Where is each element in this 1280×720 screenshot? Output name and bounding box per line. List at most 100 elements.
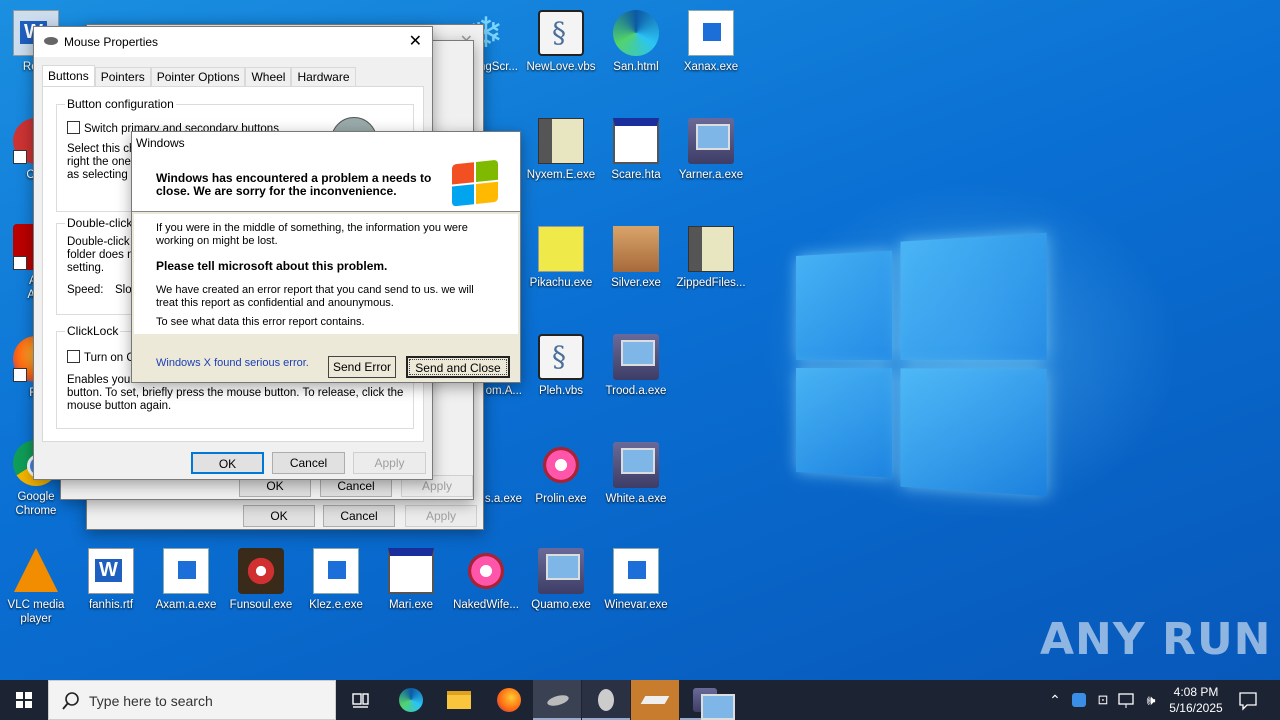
ok-button-back[interactable]: OK	[243, 505, 315, 527]
computer-setup-icon	[688, 118, 734, 164]
script-icon	[538, 334, 584, 380]
photo-icon	[613, 226, 659, 272]
task-view-icon	[336, 680, 384, 720]
prolin-desktop-icon[interactable]: Prolin.exe	[523, 436, 599, 506]
icon-label: ZippedFiles...	[673, 276, 749, 290]
quamo-desktop-icon[interactable]: Quamo.exe	[523, 542, 599, 612]
icon-label: NewLove.vbs	[523, 60, 599, 74]
title-bar[interactable]: Mouse Properties ✕	[34, 27, 432, 57]
cancel-button-back[interactable]: Cancel	[323, 505, 395, 527]
icon-label: Winevar.exe	[598, 598, 674, 612]
taskbar-mouse-properties[interactable]	[533, 680, 581, 720]
tab-buttons[interactable]: Buttons	[42, 65, 95, 87]
windows-start-icon	[0, 680, 48, 720]
error-link[interactable]: Windows X found serious error.	[156, 357, 309, 370]
icon-label: Funsoul.exe	[223, 598, 299, 612]
clicklock-text-2: button. To set, briefly press the mouse …	[67, 387, 403, 400]
tray-device-icon[interactable]: ⊡	[1092, 680, 1114, 720]
scare-desktop-icon[interactable]: Scare.hta	[598, 112, 674, 182]
tab-wheel[interactable]: Wheel	[245, 67, 291, 87]
application-icon	[313, 548, 359, 594]
taskbar-edge[interactable]	[386, 680, 434, 720]
ok-button[interactable]: OK	[191, 452, 264, 474]
apply-button-back[interactable]: Apply	[405, 505, 477, 527]
app-icon	[641, 696, 670, 704]
computer-app-icon	[693, 688, 717, 712]
clicklock-text-3: mouse button again.	[67, 400, 171, 413]
white-desktop-icon[interactable]: White.a.exe	[598, 436, 674, 506]
zippedfiles-desktop-icon[interactable]: ZippedFiles...	[673, 220, 749, 290]
axam-desktop-icon[interactable]: Axam.a.exe	[148, 542, 224, 612]
nakedwife-desktop-icon[interactable]: NakedWife...	[448, 542, 524, 612]
archive-icon	[538, 118, 584, 164]
task-view-button[interactable]	[336, 680, 384, 720]
send-error-button[interactable]: Send Error	[328, 356, 396, 378]
taskbar-firefox[interactable]	[484, 680, 532, 720]
clicklock-checkbox[interactable]: Turn on Cli	[67, 350, 140, 365]
icon-label: Yarner.a.exe	[673, 168, 749, 182]
taskbar-app-2[interactable]	[582, 680, 630, 720]
tray-app-icon[interactable]	[1068, 680, 1090, 720]
xanax-desktop-icon[interactable]: Xanax.exe	[673, 4, 749, 74]
nyxem-desktop-icon[interactable]: Nyxem.E.exe	[523, 112, 599, 182]
volume-icon[interactable]: 🕪	[1140, 680, 1162, 720]
tab-hardware[interactable]: Hardware	[291, 67, 355, 87]
application-icon	[688, 10, 734, 56]
icon-label: VLC media	[0, 598, 74, 612]
apply-button[interactable]: Apply	[353, 452, 426, 474]
checkbox[interactable]	[67, 121, 80, 134]
fanhis-desktop-icon[interactable]: fanhis.rtf	[73, 542, 149, 612]
notifications-button[interactable]	[1232, 680, 1264, 720]
script-icon	[538, 10, 584, 56]
error-body-3: To see what data this error report conta…	[156, 316, 365, 329]
cancel-button[interactable]: Cancel	[272, 452, 345, 474]
taskbar-app-active[interactable]	[631, 680, 679, 720]
icon-label: Pleh.vbs	[523, 384, 599, 398]
doubleclick-text-3: setting.	[67, 262, 104, 275]
vlc-icon	[14, 548, 58, 592]
trood-desktop-icon[interactable]: Trood.a.exe	[598, 328, 674, 398]
mari-desktop-icon[interactable]: Mari.exe	[373, 542, 449, 612]
pleh-desktop-icon[interactable]: Pleh.vbs	[523, 328, 599, 398]
funsoul-desktop-icon[interactable]: Funsoul.exe	[223, 542, 299, 612]
icon-label: Prolin.exe	[523, 492, 599, 506]
san-desktop-icon[interactable]: San.html	[598, 4, 674, 74]
window-app-icon	[613, 118, 659, 164]
tab-strip: Buttons Pointers Pointer Options Wheel H…	[42, 65, 356, 87]
clock-time: 4:08 PM	[1164, 684, 1228, 700]
klez-desktop-icon[interactable]: Klez.e.exe	[298, 542, 374, 612]
silver-desktop-icon[interactable]: Silver.exe	[598, 220, 674, 290]
group-title: ClickLock	[65, 324, 120, 338]
windows-logo-wallpaper	[796, 226, 1047, 496]
vlc-icon-wrap	[13, 548, 59, 594]
tab-pointers[interactable]: Pointers	[95, 67, 151, 87]
start-button[interactable]	[0, 680, 48, 720]
icon-label: Trood.a.exe	[598, 384, 674, 398]
search-placeholder: Type here to search	[89, 693, 213, 709]
icon-label: NakedWife...	[448, 598, 524, 612]
vlc-desktop-icon[interactable]: VLC media player	[0, 542, 74, 626]
taskbar-app-4[interactable]	[680, 680, 728, 720]
newlove-desktop-icon[interactable]: NewLove.vbs	[523, 4, 599, 74]
show-hidden-icons-chevron-icon[interactable]: ⌃	[1044, 680, 1066, 720]
checkbox[interactable]	[67, 350, 80, 363]
clock-date: 5/16/2025	[1164, 700, 1228, 716]
tab-pointer-options[interactable]: Pointer Options	[151, 67, 246, 87]
clock[interactable]: 4:08 PM 5/16/2025	[1164, 680, 1228, 720]
close-icon[interactable]: ✕	[409, 31, 422, 51]
icon-label: fanhis.rtf	[73, 598, 149, 612]
yarner-desktop-icon[interactable]: Yarner.a.exe	[673, 112, 749, 182]
pikachu-desktop-icon[interactable]: Pikachu.exe	[523, 220, 599, 290]
taskbar-search-box[interactable]: Type here to search	[48, 680, 336, 720]
network-icon[interactable]	[1116, 680, 1138, 720]
mouse-icon	[44, 37, 58, 45]
taskbar-file-explorer[interactable]	[434, 680, 482, 720]
edge-icon	[399, 688, 423, 712]
smiley-icon	[538, 226, 584, 272]
window-app-icon	[388, 548, 434, 594]
icon-label: San.html	[598, 60, 674, 74]
send-and-close-button[interactable]: Send and Close	[406, 356, 510, 378]
winevar-desktop-icon[interactable]: Winevar.exe	[598, 542, 674, 612]
mouse-device-icon	[598, 689, 614, 711]
tray-shield-icon	[1072, 693, 1086, 707]
